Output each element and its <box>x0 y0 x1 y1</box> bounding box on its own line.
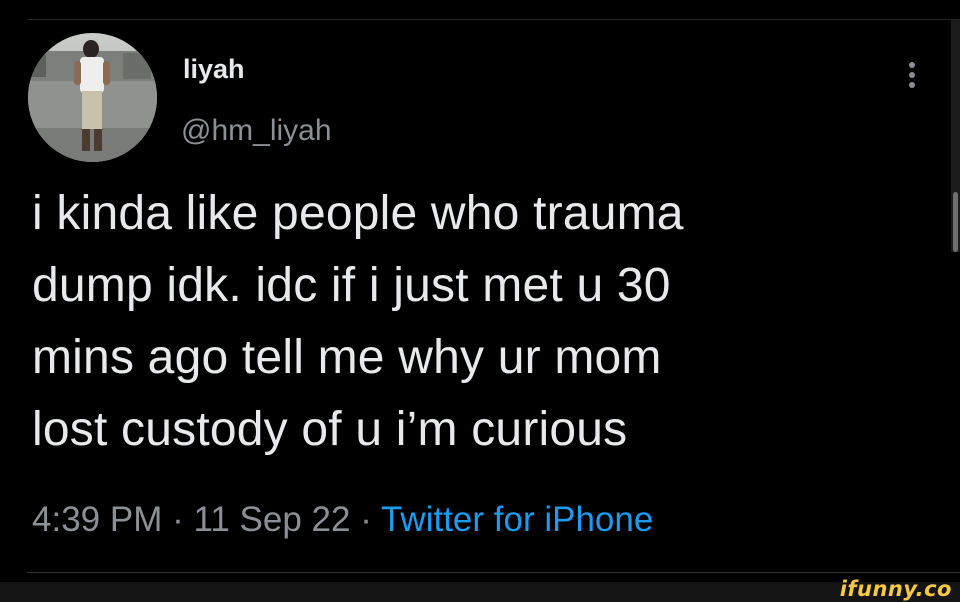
watermark-logo: ifunny.co <box>839 577 952 601</box>
author-handle[interactable]: @hm_liyah <box>181 113 332 149</box>
tweet-text-line: mins ago tell me why ur mom <box>32 331 662 384</box>
author-display-name[interactable]: liyah <box>183 52 245 86</box>
tweet-text-line: lost custody of u i’m curious <box>32 403 628 456</box>
scrollbar-thumb[interactable] <box>953 192 958 252</box>
meta-separator: · <box>172 500 184 539</box>
tweet-metadata: 4:39 PM · 11 Sep 22 · Twitter for iPhone <box>32 499 653 541</box>
bottom-divider <box>27 572 960 573</box>
tweet-time[interactable]: 4:39 PM <box>32 500 162 539</box>
tweet-text: i kinda like people who trauma dump idk.… <box>32 178 932 466</box>
more-vertical-icon[interactable] <box>900 57 924 93</box>
avatar[interactable] <box>28 33 157 162</box>
meta-separator: · <box>360 500 372 539</box>
scrollbar[interactable] <box>951 20 960 252</box>
tweet-text-line: dump idk. idc if i just met u 30 <box>32 259 671 312</box>
tweet-source-link[interactable]: Twitter for iPhone <box>381 500 653 539</box>
top-divider <box>27 19 960 20</box>
tweet-text-line: i kinda like people who trauma <box>32 187 684 240</box>
watermark-bar <box>0 582 960 602</box>
avatar-image <box>28 33 157 162</box>
tweet-date[interactable]: 11 Sep 22 <box>193 500 350 539</box>
